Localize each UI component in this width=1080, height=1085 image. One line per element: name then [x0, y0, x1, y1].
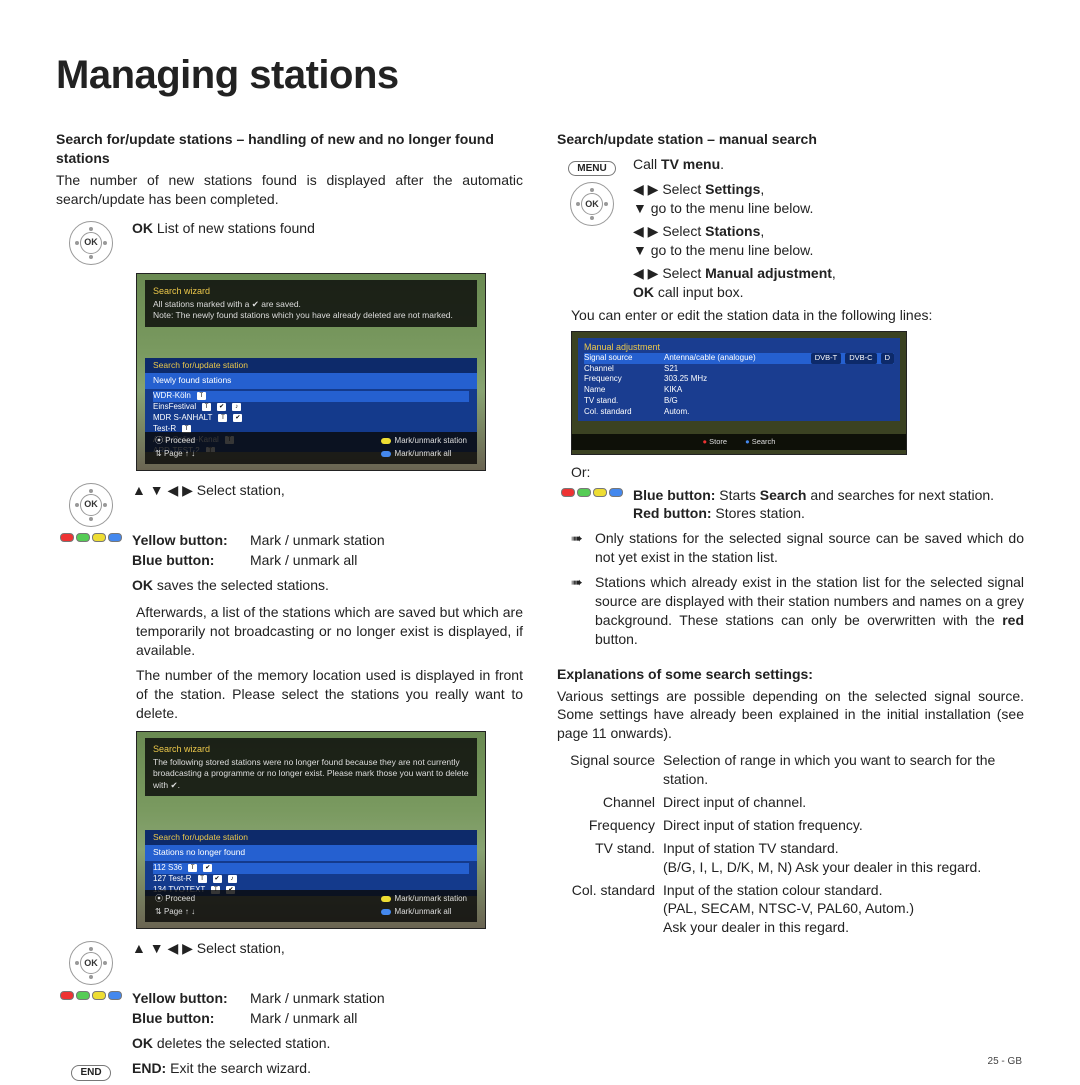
or-label: Or: [571, 463, 1024, 482]
section-heading-right: Search/update station – manual search [557, 130, 1024, 149]
page-title: Managing stations [56, 48, 1024, 102]
blue-button-search-row: Blue button: Starts Search and searches … [633, 486, 1024, 505]
bullet-arrow-icon: ➠ [571, 573, 585, 649]
ok-nav-icon: OK [56, 219, 126, 265]
osd1-note2: Note: The newly found stations which you… [153, 310, 469, 321]
select-manual-row: ◀ ▶ Select Manual adjustment, [633, 264, 1024, 283]
red-button-store-row: Red button: Stores station. [633, 504, 1024, 523]
enter-edit-para: You can enter or edit the station data i… [571, 306, 1024, 325]
end-exit-row: END: Exit the search wizard. [132, 1059, 523, 1078]
osd1-tab1: Search for/update station [145, 358, 477, 373]
select-station-row-2: ▲ ▼ ◀ ▶ Select station, [132, 939, 523, 958]
ok-saves-row: OK saves the selected stations. [132, 576, 523, 595]
osd-screenshot-1: Search wizard All stations marked with a… [136, 273, 486, 471]
explanations-heading: Explanations of some search settings: [557, 665, 1024, 684]
bullet-1: Only stations for the selected signal so… [595, 529, 1024, 567]
blue-button-row: Blue button:Mark / unmark all [132, 551, 523, 570]
osd-screenshot-2: Search wizard The following stored stati… [136, 731, 486, 929]
ok-deletes-row: OK deletes the selected station. [132, 1034, 523, 1053]
osd1-note1: All stations marked with a ✔ are saved. [153, 299, 469, 310]
intro-para: The number of new stations found is disp… [56, 171, 523, 209]
bullet-2: Stations which already exist in the stat… [595, 573, 1024, 649]
osd2-note: The following stored stations were no lo… [153, 757, 469, 791]
afterwards-para1: Afterwards, a list of the stations which… [136, 603, 523, 660]
select-settings-row: ◀ ▶ Select Settings, [633, 180, 1024, 199]
left-column: Search for/update stations – handling of… [56, 128, 523, 1085]
osd1-tab2: Newly found stations [145, 373, 477, 388]
right-column: Search/update station – manual search ME… [557, 128, 1024, 1085]
section-heading: Search for/update stations – handling of… [56, 130, 523, 168]
end-pill-icon: END [71, 1065, 110, 1081]
yellow-button-row: Yellow button:Mark / unmark station [132, 531, 523, 550]
ok-call-input-row: OK call input box. [633, 283, 1024, 302]
select-stations-row: ◀ ▶ Select Stations, [633, 222, 1024, 241]
goto-line-2: ▼ go to the menu line below. [633, 241, 1024, 260]
explanations-table: Signal sourceSelection of range in which… [557, 751, 1024, 937]
bullet-arrow-icon: ➠ [571, 529, 585, 567]
color-buttons-icon [56, 531, 126, 542]
ok-list-found-text: OK List of new stations found [132, 219, 523, 238]
osd1-title: Search wizard [153, 285, 469, 297]
two-column-layout: Search for/update stations – handling of… [56, 128, 1024, 1085]
select-station-row: ▲ ▼ ◀ ▶ Select station, [132, 481, 523, 500]
osd-screenshot-3: Manual adjustment Signal sourceAntenna/c… [571, 331, 907, 455]
explanations-para: Various settings are possible depending … [557, 687, 1024, 744]
menu-pill-icon: MENU [568, 161, 615, 177]
afterwards-para2: The number of the memory location used i… [136, 666, 523, 723]
goto-line-1: ▼ go to the menu line below. [633, 199, 1024, 218]
osd2-title: Search wizard [153, 743, 469, 755]
page-footer: 25 - GB [988, 1055, 1022, 1069]
call-tv-menu-row: Call TV menu. [633, 155, 1024, 174]
ok-nav-icon: OK [56, 481, 126, 527]
